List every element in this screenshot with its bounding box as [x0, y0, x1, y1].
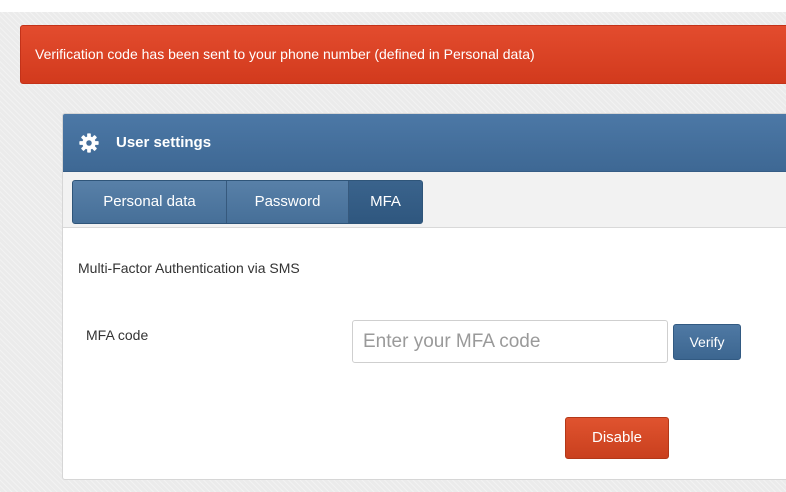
- panel-heading: User settings: [63, 114, 786, 172]
- tab-bar: Personal data Password MFA: [63, 172, 786, 228]
- mfa-code-input[interactable]: [352, 320, 668, 363]
- disable-button[interactable]: Disable: [565, 417, 669, 459]
- mfa-section-title: Multi-Factor Authentication via SMS: [78, 260, 300, 276]
- verify-button[interactable]: Verify: [673, 324, 741, 360]
- mfa-code-label: MFA code: [86, 327, 149, 343]
- panel-title: User settings: [116, 134, 212, 151]
- tab-mfa[interactable]: MFA: [349, 181, 422, 223]
- user-settings-panel: User settings Personal data Password MFA…: [62, 113, 786, 480]
- verification-alert: Verification code has been sent to your …: [20, 25, 786, 84]
- top-strip: [0, 0, 786, 12]
- gear-icon: [79, 132, 99, 153]
- tab-password[interactable]: Password: [227, 181, 349, 223]
- alert-message: Verification code has been sent to your …: [35, 46, 535, 62]
- tab-group: Personal data Password MFA: [72, 180, 423, 224]
- tab-personal-data[interactable]: Personal data: [73, 181, 227, 223]
